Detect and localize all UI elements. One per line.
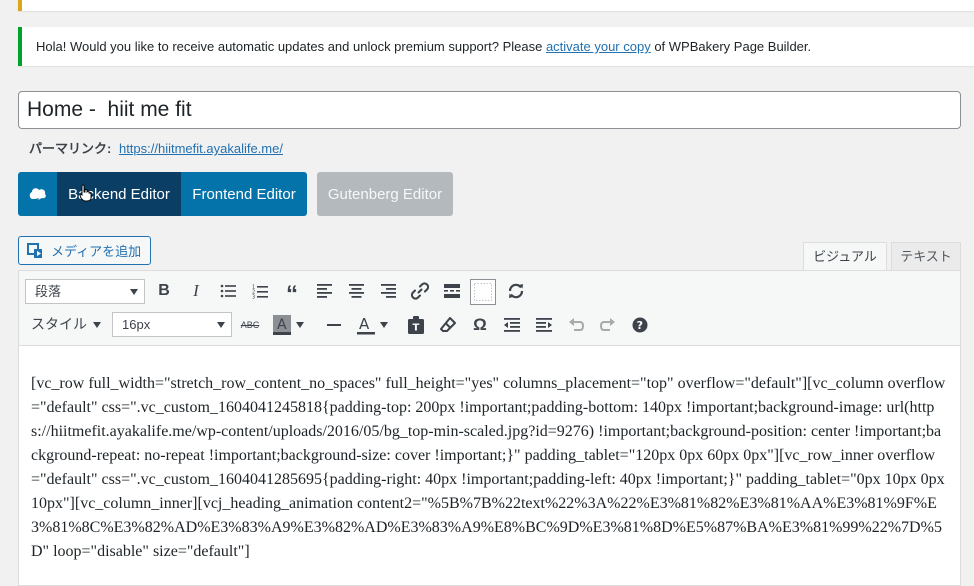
hand-cursor-icon (79, 184, 92, 202)
chevron-down-icon (130, 289, 138, 295)
read-more-icon[interactable] (440, 279, 464, 303)
link-icon[interactable] (408, 279, 432, 303)
align-left-icon[interactable] (312, 279, 336, 303)
align-center-icon[interactable] (344, 279, 368, 303)
permalink-label: パーマリンク: (29, 141, 112, 156)
wpbakery-logo-icon (18, 172, 57, 216)
highlight-color-icon[interactable]: A (270, 313, 294, 337)
font-size-value: 16px (122, 317, 151, 332)
outdent-icon[interactable] (500, 313, 524, 337)
special-character-icon[interactable]: Ω (468, 313, 492, 337)
permalink: パーマリンク: https://hiitmefit.ayakalife.me/ (29, 141, 283, 157)
numbered-list-icon[interactable]: 123 (248, 279, 272, 303)
vc-refresh-icon[interactable] (504, 279, 528, 303)
chevron-down-icon (217, 322, 225, 328)
activate-link[interactable]: activate your copy (546, 39, 651, 54)
wpbakery-notice: Hola! Would you like to receive automati… (18, 27, 974, 66)
blockquote-icon[interactable]: “ (280, 279, 304, 307)
bullet-list-icon[interactable] (216, 279, 240, 303)
svg-text:A: A (277, 317, 287, 333)
style-dropdown[interactable]: スタイル (31, 314, 101, 334)
svg-text:3: 3 (252, 294, 255, 299)
editor-toolbar: 段落 B I 123 “ スタイル 16px ABC A A T Ω ? (18, 270, 961, 346)
tab-text[interactable]: テキスト (891, 242, 961, 270)
notice-text-end: of WPBakery Page Builder. (650, 39, 812, 54)
paste-text-icon[interactable]: T (404, 313, 428, 337)
chevron-down-icon[interactable] (294, 313, 306, 337)
svg-text:A: A (359, 315, 370, 333)
text-color-icon[interactable]: A (354, 313, 378, 337)
backend-editor-button[interactable]: Backend Editor (57, 172, 181, 216)
svg-text:T: T (413, 323, 420, 334)
style-dropdown-label: スタイル (31, 316, 87, 332)
strikethrough-icon[interactable]: ABC (238, 313, 262, 337)
horizontal-rule-icon[interactable] (322, 313, 346, 337)
frontend-editor-button[interactable]: Frontend Editor (181, 172, 307, 216)
help-icon[interactable]: ? (628, 313, 652, 337)
editor-content[interactable]: [vc_row full_width="stretch_row_content_… (18, 346, 961, 586)
shortcode-content: [vc_row full_width="stretch_row_content_… (31, 375, 946, 560)
italic-icon[interactable]: I (184, 279, 208, 303)
update-notice (18, 0, 974, 11)
notice-text: Hola! Would you like to receive automati… (36, 39, 546, 54)
add-media-label: メディアを追加 (51, 244, 142, 259)
permalink-url[interactable]: https://hiitmefit.ayakalife.me/ (119, 141, 283, 156)
toolbar-toggle-icon[interactable] (470, 279, 496, 305)
chevron-down-icon (93, 322, 101, 329)
align-right-icon[interactable] (376, 279, 400, 303)
redo-icon[interactable] (596, 313, 620, 337)
bold-icon[interactable]: B (152, 279, 176, 303)
indent-icon[interactable] (532, 313, 556, 337)
post-title-input[interactable]: Home - hiit me fit (18, 91, 961, 129)
add-media-button[interactable]: メディアを追加 (18, 236, 151, 265)
tab-visual[interactable]: ビジュアル (803, 242, 887, 270)
undo-icon[interactable] (564, 313, 588, 337)
font-size-select[interactable]: 16px (112, 312, 232, 337)
media-icon (27, 242, 42, 258)
format-select[interactable]: 段落 (25, 279, 145, 304)
chevron-down-icon[interactable] (378, 313, 390, 337)
svg-text:?: ? (637, 319, 643, 332)
gutenberg-editor-button[interactable]: Gutenberg Editor (317, 172, 453, 216)
clear-formatting-icon[interactable] (436, 313, 460, 337)
editor-switch: Backend Editor Frontend Editor (18, 172, 307, 216)
format-select-value: 段落 (35, 284, 62, 299)
